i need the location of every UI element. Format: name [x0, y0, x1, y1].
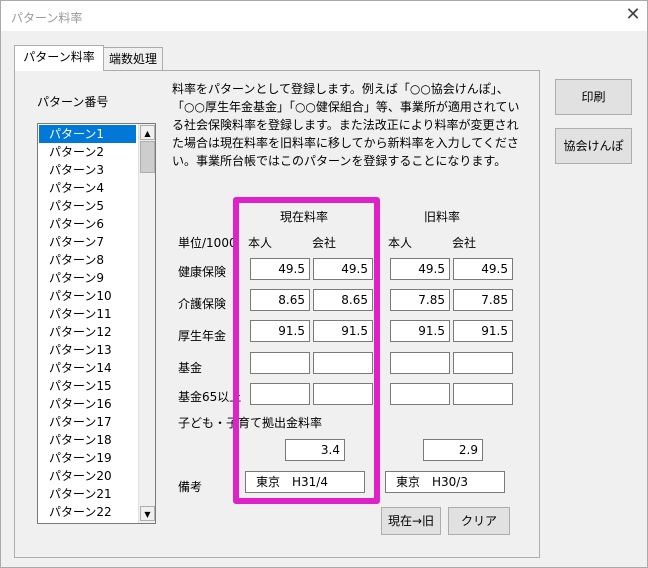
- fund-old-company-field[interactable]: [453, 352, 513, 374]
- list-item[interactable]: パターン1: [39, 125, 136, 143]
- list-item[interactable]: パターン19: [39, 449, 136, 467]
- close-icon[interactable]: ✕: [621, 4, 645, 28]
- fund65-current-company-field[interactable]: [313, 383, 373, 405]
- fund-current-person-field[interactable]: [250, 352, 310, 374]
- list-item[interactable]: パターン5: [39, 197, 136, 215]
- list-item[interactable]: パターン8: [39, 251, 136, 269]
- tab-label: パターン料率: [23, 50, 95, 64]
- list-scrollbar[interactable]: ▲ ▼: [138, 124, 155, 523]
- health-old-person-field[interactable]: 49.5: [390, 258, 450, 280]
- list-item[interactable]: パターン6: [39, 215, 136, 233]
- move-current-to-old-button[interactable]: 現在→旧: [381, 507, 441, 535]
- old-person-header: 本人: [388, 236, 413, 250]
- care-old-company-field[interactable]: 7.85: [453, 289, 513, 311]
- list-item[interactable]: パターン4: [39, 179, 136, 197]
- list-item[interactable]: パターン14: [39, 359, 136, 377]
- row-label-pension: 厚生年金: [178, 329, 227, 343]
- title-bar: パターン料率 ✕: [1, 1, 647, 31]
- scroll-thumb[interactable]: [140, 141, 155, 173]
- fund-current-company-field[interactable]: [313, 352, 373, 374]
- current-rate-header: 現在料率: [280, 210, 329, 224]
- row-label-fund65: 基金65以上: [178, 390, 242, 404]
- list-item[interactable]: パターン13: [39, 341, 136, 359]
- pattern-listbox[interactable]: パターン1 パターン2 パターン3 パターン4 パターン5 パターン6 パターン7 パターン8…: [37, 123, 156, 524]
- tab-pattern-rate[interactable]: パターン料率: [14, 45, 104, 71]
- memo-old-field[interactable]: 東京 H30/3: [385, 471, 505, 493]
- list-item[interactable]: パターン2: [39, 143, 136, 161]
- list-item[interactable]: パターン22: [39, 503, 136, 521]
- list-item[interactable]: パターン16: [39, 395, 136, 413]
- memo-label: 備考: [178, 480, 203, 494]
- fund65-old-company-field[interactable]: [453, 383, 513, 405]
- health-old-company-field[interactable]: 49.5: [453, 258, 513, 280]
- tab-rounding[interactable]: 端数処理: [103, 47, 163, 70]
- pension-old-person-field[interactable]: 91.5: [390, 320, 450, 342]
- clear-button[interactable]: クリア: [448, 507, 510, 535]
- old-company-header: 会社: [452, 236, 477, 250]
- child-current-field[interactable]: 3.4: [285, 439, 345, 461]
- fund65-current-person-field[interactable]: [250, 383, 310, 405]
- pattern-number-label: パターン番号: [37, 95, 109, 109]
- pension-old-company-field[interactable]: 91.5: [453, 320, 513, 342]
- list-item[interactable]: パターン7: [39, 233, 136, 251]
- row-label-health: 健康保険: [178, 265, 227, 279]
- scroll-down-icon[interactable]: ▼: [140, 506, 155, 521]
- window-title: パターン料率: [11, 11, 83, 25]
- list-item[interactable]: パターン10: [39, 287, 136, 305]
- list-item[interactable]: パターン15: [39, 377, 136, 395]
- row-label-fund: 基金: [178, 361, 203, 375]
- health-current-person-field[interactable]: 49.5: [250, 258, 310, 280]
- list-item[interactable]: パターン12: [39, 323, 136, 341]
- memo-current-field[interactable]: 東京 H31/4: [245, 471, 365, 493]
- unit-label: 単位/1000: [178, 236, 237, 250]
- care-current-person-field[interactable]: 8.65: [250, 289, 310, 311]
- list-item[interactable]: パターン18: [39, 431, 136, 449]
- care-old-person-field[interactable]: 7.85: [390, 289, 450, 311]
- old-rate-header: 旧料率: [424, 210, 461, 224]
- child-old-field[interactable]: 2.9: [423, 439, 483, 461]
- fund-old-person-field[interactable]: [390, 352, 450, 374]
- print-button[interactable]: 印刷: [555, 79, 632, 115]
- health-current-company-field[interactable]: 49.5: [313, 258, 373, 280]
- pension-current-company-field[interactable]: 91.5: [313, 320, 373, 342]
- description-text: 料率をパターンとして登録します。例えば「○○協会けんぽ」、「○○厚生年金基金」「…: [172, 82, 520, 168]
- list-item[interactable]: パターン11: [39, 305, 136, 323]
- list-item[interactable]: パターン21: [39, 485, 136, 503]
- current-company-header: 会社: [312, 236, 337, 250]
- list-item[interactable]: パターン20: [39, 467, 136, 485]
- scroll-up-icon[interactable]: ▲: [140, 125, 155, 140]
- list-item[interactable]: パターン17: [39, 413, 136, 431]
- pension-current-person-field[interactable]: 91.5: [250, 320, 310, 342]
- fund65-old-person-field[interactable]: [390, 383, 450, 405]
- child-contribution-label: 子ども・子育て拠出金料率: [178, 416, 323, 430]
- list-item[interactable]: パターン9: [39, 269, 136, 287]
- current-person-header: 本人: [248, 236, 273, 250]
- list-item[interactable]: パターン3: [39, 161, 136, 179]
- care-current-company-field[interactable]: 8.65: [313, 289, 373, 311]
- tab-label: 端数処理: [108, 52, 157, 66]
- row-label-care: 介護保険: [178, 297, 227, 311]
- kyokai-kenpo-button[interactable]: 協会けんぽ: [555, 128, 632, 164]
